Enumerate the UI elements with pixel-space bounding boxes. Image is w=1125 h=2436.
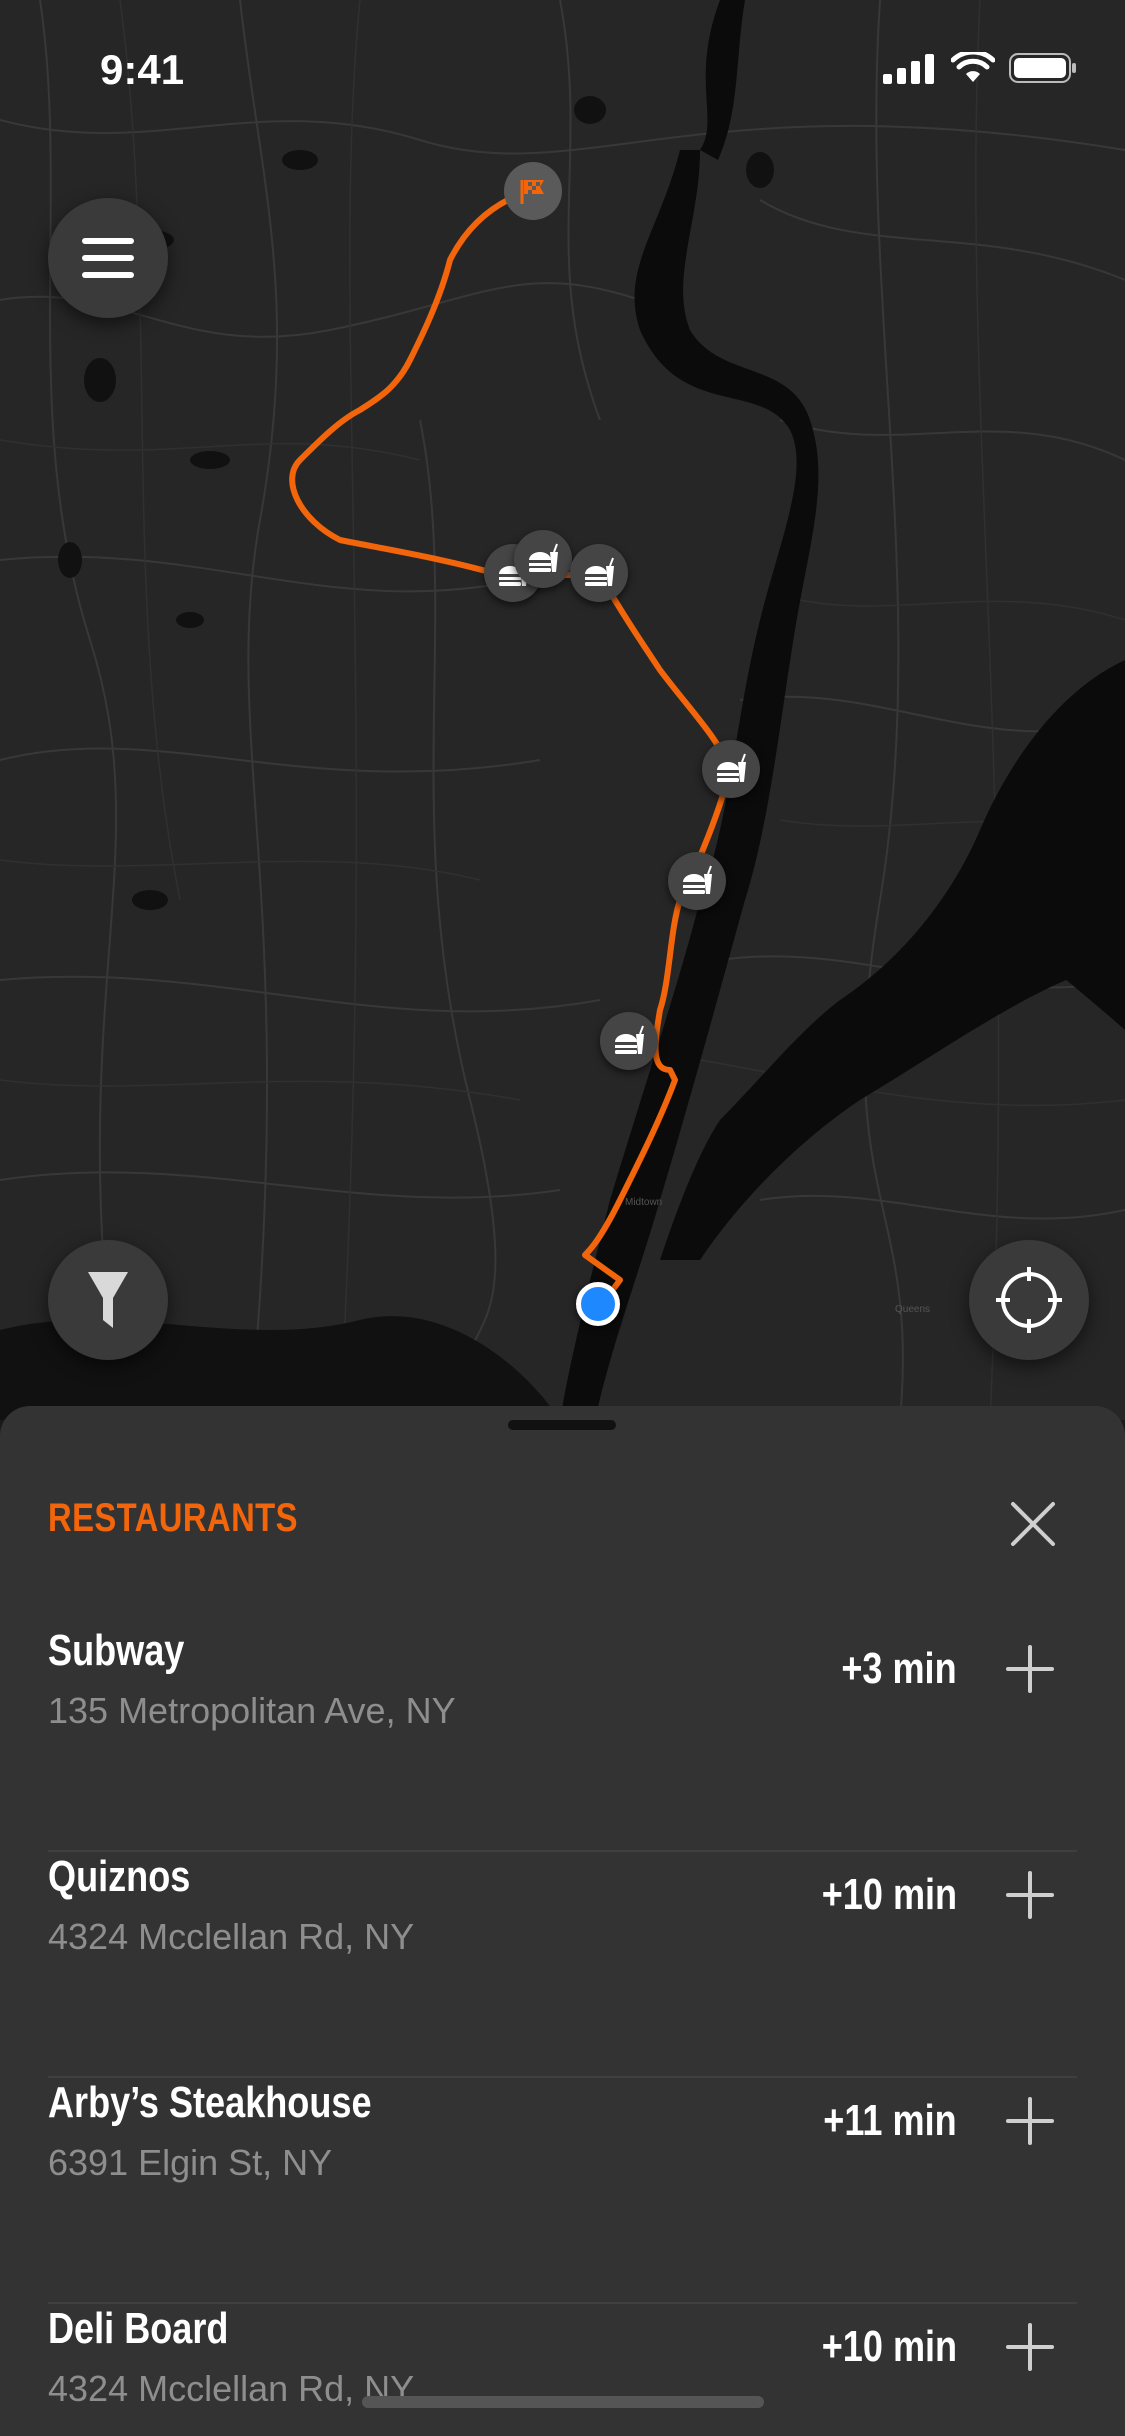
status-time: 9:41 [100, 46, 185, 93]
restaurant-marker[interactable] [702, 740, 760, 798]
restaurant-list: Subway 135 Metropolitan Ave, NY +3 min Q… [48, 1626, 1077, 2436]
destination-marker[interactable] [504, 162, 562, 220]
plus-icon [1006, 2097, 1054, 2145]
restaurant-marker[interactable] [600, 1012, 658, 1070]
wifi-icon [951, 52, 995, 82]
restaurant-marker[interactable] [668, 852, 726, 910]
list-item[interactable]: Deli Board 4324 Mcclellan Rd, NY +10 min [48, 2304, 1077, 2436]
restaurant-name: Quiznos [48, 1852, 191, 1901]
status-bar: 9:41 [0, 0, 1125, 132]
map-view[interactable]: Midtown Queens [0, 0, 1125, 1420]
restaurant-address: 6391 Elgin St, NY [48, 2142, 333, 2183]
detour-time: +11 min [823, 2096, 957, 2145]
burger-drink-icon [585, 557, 614, 586]
filter-funnel-icon [88, 1272, 128, 1328]
plus-icon [1006, 2323, 1054, 2371]
plus-icon [1006, 1871, 1054, 1919]
close-button[interactable] [1005, 1496, 1061, 1552]
restaurant-address: 4324 Mcclellan Rd, NY [48, 2368, 415, 2409]
detour-time: +10 min [821, 2322, 957, 2371]
add-stop-button[interactable] [1005, 1870, 1055, 1920]
checkered-flag-icon [520, 180, 544, 204]
restaurant-marker[interactable] [514, 530, 572, 588]
filter-button[interactable] [48, 1240, 168, 1360]
list-item[interactable]: Quiznos 4324 Mcclellan Rd, NY +10 min [48, 1852, 1077, 2078]
locate-button[interactable] [969, 1240, 1089, 1360]
restaurant-name: Subway [48, 1626, 185, 1675]
restaurant-address: 135 Metropolitan Ave, NY [48, 1690, 456, 1731]
add-stop-button[interactable] [1005, 2096, 1055, 2146]
plus-icon [1006, 1645, 1054, 1693]
sheet-grabber[interactable] [508, 1420, 616, 1430]
status-icons [883, 52, 1077, 84]
burger-drink-icon [683, 865, 712, 894]
sheet-title: RESTAURANTS [48, 1496, 298, 1540]
cellular-signal-icon [883, 54, 934, 84]
crosshair-locate-icon [996, 1267, 1062, 1333]
detour-time: +10 min [821, 1870, 957, 1919]
burger-drink-icon [717, 753, 746, 782]
list-item[interactable]: Arby’s Steakhouse 6391 Elgin St, NY +11 … [48, 2078, 1077, 2304]
burger-drink-icon [615, 1025, 644, 1054]
restaurant-name: Arby’s Steakhouse [48, 2078, 372, 2127]
battery-icon [1009, 53, 1076, 83]
home-indicator[interactable] [362, 2396, 764, 2408]
list-item[interactable]: Subway 135 Metropolitan Ave, NY +3 min [48, 1626, 1077, 1852]
detour-time: +3 min [841, 1644, 957, 1693]
close-icon [1011, 1502, 1055, 1546]
menu-button[interactable] [48, 198, 168, 318]
add-stop-button[interactable] [1005, 1644, 1055, 1694]
restaurant-address: 4324 Mcclellan Rd, NY [48, 1916, 415, 1957]
burger-drink-icon [529, 543, 558, 572]
restaurant-name: Deli Board [48, 2304, 229, 2353]
user-location-dot [576, 1282, 620, 1326]
restaurants-sheet: RESTAURANTS Subway 135 Metropolitan Ave,… [0, 1406, 1125, 2436]
svg-text:Queens: Queens [895, 1304, 930, 1315]
restaurant-marker[interactable] [570, 544, 628, 602]
svg-text:Midtown: Midtown [625, 1197, 662, 1208]
map-base: Midtown Queens [0, 0, 1125, 1420]
add-stop-button[interactable] [1005, 2322, 1055, 2372]
hamburger-menu-icon [82, 238, 134, 278]
